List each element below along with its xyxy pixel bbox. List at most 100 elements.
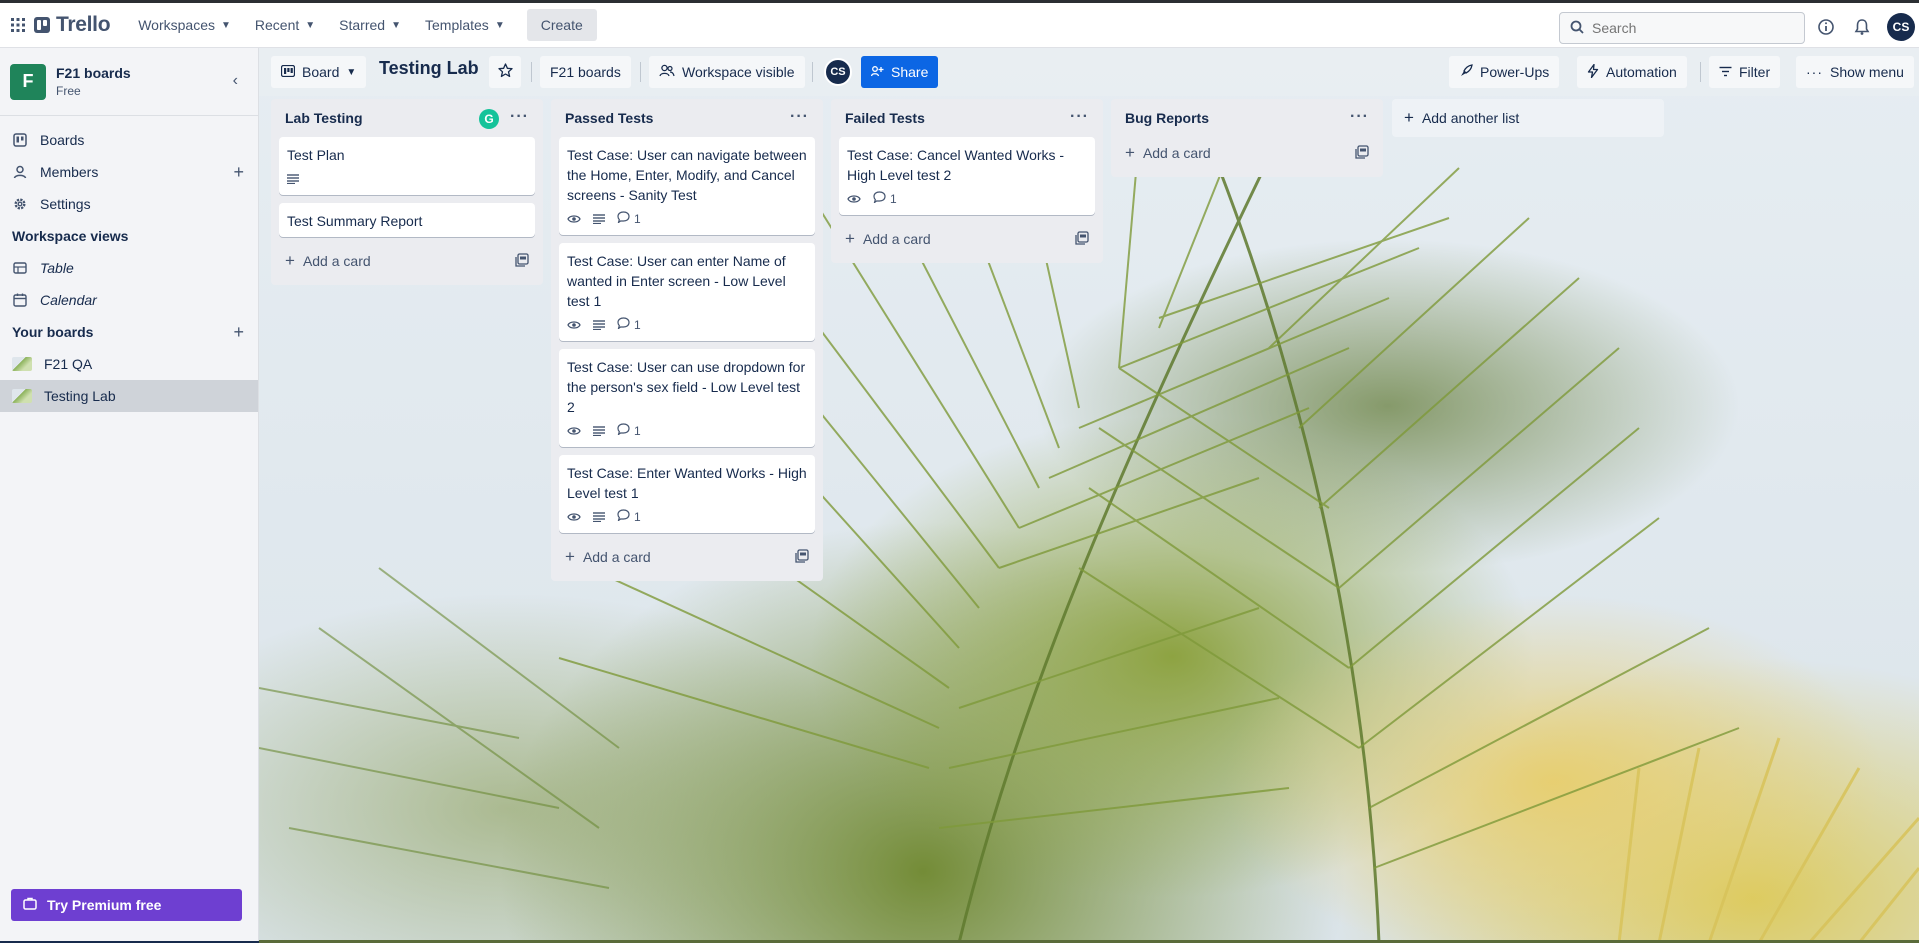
workspace-name[interactable]: F21 boards [56,65,131,81]
chevron-down-icon: ▼ [494,19,505,31]
sidebar-board-f21-qa[interactable]: F21 QA [0,348,258,380]
top-navigation: Trello Workspaces ▼ Recent ▼ Starred ▼ Temp… [0,0,1919,48]
card[interactable]: Test Summary Report [279,203,535,237]
card-template-icon[interactable] [795,549,809,566]
people-icon [659,64,675,80]
table-icon [12,262,28,274]
add-card-button[interactable]: + Add a card [279,245,535,277]
lightning-icon [1587,63,1599,81]
app-switcher-icon[interactable] [8,15,28,35]
card[interactable]: Test Case: User can enter Name of wanted… [559,243,815,341]
show-menu-label: Show menu [1830,64,1904,80]
star-board-button[interactable] [489,56,521,88]
trello-logo-icon [34,17,50,33]
show-menu-button[interactable]: ··· Show menu [1796,56,1914,88]
list-title[interactable]: Bug Reports [1125,110,1209,126]
board-title[interactable]: Testing Lab [379,58,479,79]
person-icon [12,165,28,179]
add-card-label: Add a card [862,231,931,247]
add-member-icon[interactable]: + [233,162,244,183]
comment-icon [617,315,630,335]
nav-starred-label: Starred [339,17,386,33]
grammarly-icon[interactable]: G [479,109,499,129]
card-badges [287,169,527,189]
list-header[interactable]: Bug Reports ··· [1119,99,1375,137]
power-ups-button[interactable]: Power-Ups [1449,56,1560,88]
card-title: Test Plan [287,147,345,163]
card-template-icon[interactable] [1075,231,1089,248]
sidebar-item-settings[interactable]: Settings [0,188,258,220]
sidebar-item-calendar[interactable]: Calendar [0,284,258,316]
workspace-button[interactable]: F21 boards [540,56,631,88]
list-lab-testing: Lab Testing G ··· Test Plan Test Summary… [271,99,543,285]
card[interactable]: Test Case: Cancel Wanted Works - High Le… [839,137,1095,215]
gear-icon [12,197,28,211]
list-menu-icon[interactable]: ··· [790,108,809,126]
list-menu-icon[interactable]: ··· [1070,108,1089,126]
nav-workspaces[interactable]: Workspaces ▼ [126,9,243,41]
nav-workspaces-label: Workspaces [138,17,215,33]
comment-badge: 1 [617,209,641,229]
add-card-label: Add a card [302,253,371,269]
search-box[interactable] [1559,12,1805,44]
add-card-button[interactable]: + Add a card [559,541,815,573]
add-card-button[interactable]: + Add a card [839,223,1095,255]
info-icon[interactable] [1815,16,1837,38]
header-divider [1700,62,1701,82]
card[interactable]: Test Case: Enter Wanted Works - High Lev… [559,455,815,533]
list-menu-icon[interactable]: ··· [1350,108,1369,126]
add-card-label: Add a card [582,549,651,565]
list-title[interactable]: Lab Testing [285,110,363,126]
visibility-button[interactable]: Workspace visible [649,56,805,88]
share-button[interactable]: Share [861,56,939,88]
card[interactable]: Test Case: User can use dropdown for the… [559,349,815,447]
board-view-switcher[interactable]: Board ▼ [271,56,367,88]
nav-starred[interactable]: Starred ▼ [327,9,413,41]
board-icon [12,133,28,147]
workspace-sidebar: F F21 boards Free ‹ Boards Members + Set… [0,48,259,943]
sidebar-board-label: Testing Lab [44,388,116,404]
filter-label: Filter [1739,64,1771,80]
add-card-button[interactable]: + Add a card [1119,137,1375,169]
list-header[interactable]: Passed Tests ··· [559,99,815,137]
try-premium-button[interactable]: Try Premium free [11,889,242,921]
user-avatar[interactable]: CS [1887,13,1915,41]
list-header[interactable]: Failed Tests ··· [839,99,1095,137]
sidebar-board-testing-lab[interactable]: Testing Lab [0,380,258,412]
trello-logo[interactable]: Trello [34,13,111,37]
sidebar-item-table[interactable]: Table [0,252,258,284]
list-title[interactable]: Passed Tests [565,110,653,126]
list-failed-tests: Failed Tests ··· Test Case: Cancel Wante… [831,99,1103,263]
try-premium-label: Try Premium free [47,897,162,913]
card-template-icon[interactable] [1355,145,1369,162]
sidebar-item-members[interactable]: Members + [0,156,258,188]
add-another-list-button[interactable]: + Add another list [1392,99,1664,137]
nav-recent[interactable]: Recent ▼ [243,9,327,41]
board-member-avatar[interactable]: CS [824,58,852,86]
list-header[interactable]: Lab Testing G ··· [279,99,535,137]
workspace-tile[interactable]: F [10,63,46,100]
list-title[interactable]: Failed Tests [845,110,925,126]
board-canvas: Board ▼ Testing Lab F21 boards Workspace… [259,48,1919,943]
add-card-label: Add a card [1142,145,1211,161]
list-bug-reports: Bug Reports ··· + Add a card [1111,99,1383,177]
create-button[interactable]: Create [526,9,597,41]
nav-templates[interactable]: Templates ▼ [413,9,517,41]
sidebar-board-label: F21 QA [44,356,93,372]
comment-icon [617,209,630,229]
collapse-sidebar-icon[interactable]: ‹ [233,72,238,90]
sidebar-item-boards[interactable]: Boards [0,124,258,156]
workspace-plan: Free [56,84,81,98]
list-menu-icon[interactable]: ··· [510,108,529,126]
card[interactable]: Test Plan [279,137,535,195]
filter-button[interactable]: Filter [1709,56,1781,88]
search-input[interactable] [1592,20,1792,36]
card-template-icon[interactable] [515,253,529,270]
workspace-views-heading: Workspace views [12,228,129,244]
notifications-bell-icon[interactable] [1851,16,1873,38]
share-label: Share [891,64,929,80]
card-badges: 1 [847,189,1087,209]
automation-button[interactable]: Automation [1577,56,1687,88]
add-board-icon[interactable]: + [233,322,244,343]
card[interactable]: Test Case: User can navigate between the… [559,137,815,235]
